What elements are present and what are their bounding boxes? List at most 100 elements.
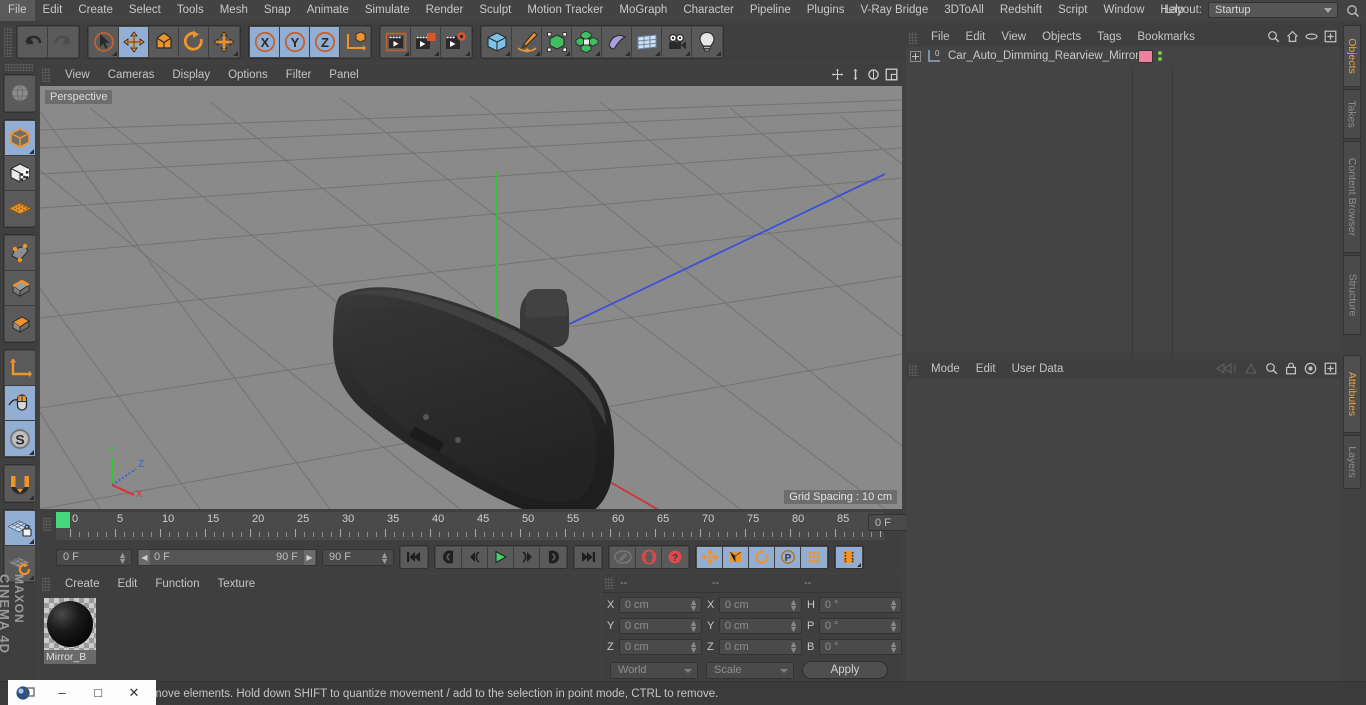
- menu-item-3dtoall[interactable]: 3DToAll: [936, 0, 992, 21]
- light-icon[interactable]: [692, 26, 722, 57]
- attribute-menu-user-data[interactable]: User Data: [1004, 360, 1072, 379]
- coord-size-field[interactable]: 0 cm ▲ ▼: [718, 638, 802, 655]
- key-scale-button[interactable]: [723, 546, 749, 568]
- environment-icon[interactable]: [632, 26, 662, 57]
- material-menu-edit[interactable]: Edit: [109, 574, 147, 594]
- home-icon[interactable]: [1286, 30, 1299, 46]
- points-mode-icon[interactable]: [5, 236, 35, 271]
- go-to-end-button[interactable]: [575, 546, 601, 568]
- go-to-start-button[interactable]: [401, 546, 427, 568]
- apply-button[interactable]: Apply: [802, 661, 888, 679]
- material-menu-create[interactable]: Create: [56, 574, 109, 594]
- target-icon[interactable]: [1304, 362, 1317, 378]
- menu-item-sculpt[interactable]: Sculpt: [471, 0, 519, 21]
- lock-icon[interactable]: [1285, 362, 1297, 378]
- coordinates-grip[interactable]: [605, 577, 614, 589]
- material-thumbnail[interactable]: [44, 598, 96, 650]
- spinner-icon[interactable]: ▲▼: [689, 618, 698, 633]
- vertical-tab-content-browser[interactable]: Content Browser: [1343, 141, 1361, 253]
- menu-item-window[interactable]: Window: [1095, 0, 1152, 21]
- vertical-tab-layers[interactable]: Layers: [1343, 435, 1361, 489]
- attribute-content[interactable]: [906, 379, 1340, 682]
- magnet-icon[interactable]: [5, 466, 35, 501]
- maximize-view-icon[interactable]: [884, 66, 898, 82]
- menu-item-simulate[interactable]: Simulate: [357, 0, 418, 21]
- spinner-icon[interactable]: ▲▼: [689, 597, 698, 612]
- edges-mode-icon[interactable]: [5, 271, 35, 306]
- menu-item-create[interactable]: Create: [70, 0, 121, 21]
- viewport-menu-panel[interactable]: Panel: [320, 64, 367, 86]
- viewport-solo-single-icon[interactable]: [5, 386, 35, 421]
- object-row[interactable]: 0 Car_Auto_Dimming_Rearview_Mirror: [906, 47, 1340, 65]
- menu-item-snap[interactable]: Snap: [256, 0, 299, 21]
- object-menu-bookmarks[interactable]: Bookmarks: [1129, 28, 1203, 47]
- play-button[interactable]: [488, 546, 514, 568]
- menu-item-file[interactable]: File: [0, 0, 35, 21]
- spinner-icon[interactable]: ▲▼: [689, 639, 698, 654]
- material-list[interactable]: Mirror_B: [40, 594, 600, 682]
- material-item[interactable]: Mirror_B: [44, 598, 96, 664]
- render-picture-viewer-icon[interactable]: [411, 26, 441, 57]
- coord-rot-field[interactable]: 0 ° ▲ ▼: [818, 638, 902, 655]
- search-icon[interactable]: [1265, 362, 1278, 378]
- object-menu-tags[interactable]: Tags: [1089, 28, 1129, 47]
- visibility-dots-icon[interactable]: [1158, 51, 1162, 61]
- close-button[interactable]: ✕: [116, 680, 152, 705]
- attribute-menu-mode[interactable]: Mode: [923, 360, 968, 379]
- viewport-menu-filter[interactable]: Filter: [277, 64, 321, 86]
- coord-rot-field[interactable]: 0 ° ▲ ▼: [818, 596, 902, 613]
- axis-z-icon[interactable]: Z: [310, 26, 340, 57]
- redo-icon[interactable]: [48, 26, 78, 57]
- size-mode-dropdown[interactable]: Scale: [706, 661, 794, 679]
- key-parameter-button[interactable]: P: [775, 546, 801, 568]
- viewport-menu-options[interactable]: Options: [219, 64, 277, 86]
- spinner-icon[interactable]: ▲▼: [789, 618, 798, 633]
- menu-item-render[interactable]: Render: [418, 0, 472, 21]
- generator-icon[interactable]: [542, 26, 572, 57]
- timeline-filmstrip-button[interactable]: [836, 546, 862, 568]
- key-pla-button[interactable]: [801, 546, 827, 568]
- menu-item-mograph[interactable]: MoGraph: [611, 0, 675, 21]
- vertical-tab-takes[interactable]: Takes: [1343, 89, 1361, 139]
- search-icon[interactable]: [1346, 4, 1360, 18]
- mograph-cloner-icon[interactable]: [572, 26, 602, 57]
- viewport-3d-canvas[interactable]: Perspective Grid Spacing : 10 cm Y Z X: [40, 86, 902, 509]
- material-menu-texture[interactable]: Texture: [208, 574, 264, 594]
- vertical-tab-structure[interactable]: Structure: [1343, 255, 1361, 335]
- coord-pos-field[interactable]: 0 cm ▲ ▼: [618, 596, 702, 613]
- forward-nav-icon[interactable]: [1244, 362, 1258, 378]
- live-selection-icon[interactable]: [89, 26, 119, 57]
- record-button[interactable]: [636, 546, 662, 568]
- search-icon[interactable]: [1267, 30, 1280, 46]
- range-start-arrow-icon[interactable]: ◀: [139, 549, 150, 565]
- next-frame-button[interactable]: [514, 546, 540, 568]
- new-tab-icon[interactable]: [1324, 30, 1337, 46]
- timeline-ruler[interactable]: 051015202530354045505560657075808590: [56, 512, 894, 540]
- attribute-menu-edit[interactable]: Edit: [968, 360, 1004, 379]
- undo-view-icon[interactable]: [5, 76, 35, 111]
- preview-range-bar[interactable]: ◀ 0 F 90 F ▶: [137, 548, 317, 566]
- range-end-arrow-icon[interactable]: ▶: [304, 549, 315, 565]
- menu-item-tools[interactable]: Tools: [169, 0, 212, 21]
- material-grip[interactable]: [42, 577, 51, 591]
- render-settings-icon[interactable]: [441, 26, 471, 57]
- current-frame-field[interactable]: 0 F ▲ ▼: [56, 548, 132, 566]
- previous-key-button[interactable]: [436, 546, 462, 568]
- move-alt-icon[interactable]: [209, 26, 239, 57]
- toolbar-grip[interactable]: [4, 26, 13, 57]
- vertical-tab-objects[interactable]: Objects: [1343, 25, 1361, 87]
- camera-icon[interactable]: [662, 26, 692, 57]
- menu-item-mesh[interactable]: Mesh: [212, 0, 256, 21]
- pan-icon[interactable]: [830, 66, 844, 82]
- next-key-button[interactable]: [540, 546, 566, 568]
- timeline-grip[interactable]: [43, 517, 52, 531]
- object-menu-edit[interactable]: Edit: [958, 28, 994, 47]
- spinner-icon[interactable]: ▲▼: [789, 597, 798, 612]
- material-menu-function[interactable]: Function: [146, 574, 208, 594]
- render-view-icon[interactable]: [381, 26, 411, 57]
- menu-item-redshift[interactable]: Redshift: [992, 0, 1050, 21]
- lock-workplane-icon[interactable]: [5, 511, 35, 546]
- autokeying-button[interactable]: [610, 546, 636, 568]
- scale-icon[interactable]: [149, 26, 179, 57]
- menu-item-edit[interactable]: Edit: [35, 0, 71, 21]
